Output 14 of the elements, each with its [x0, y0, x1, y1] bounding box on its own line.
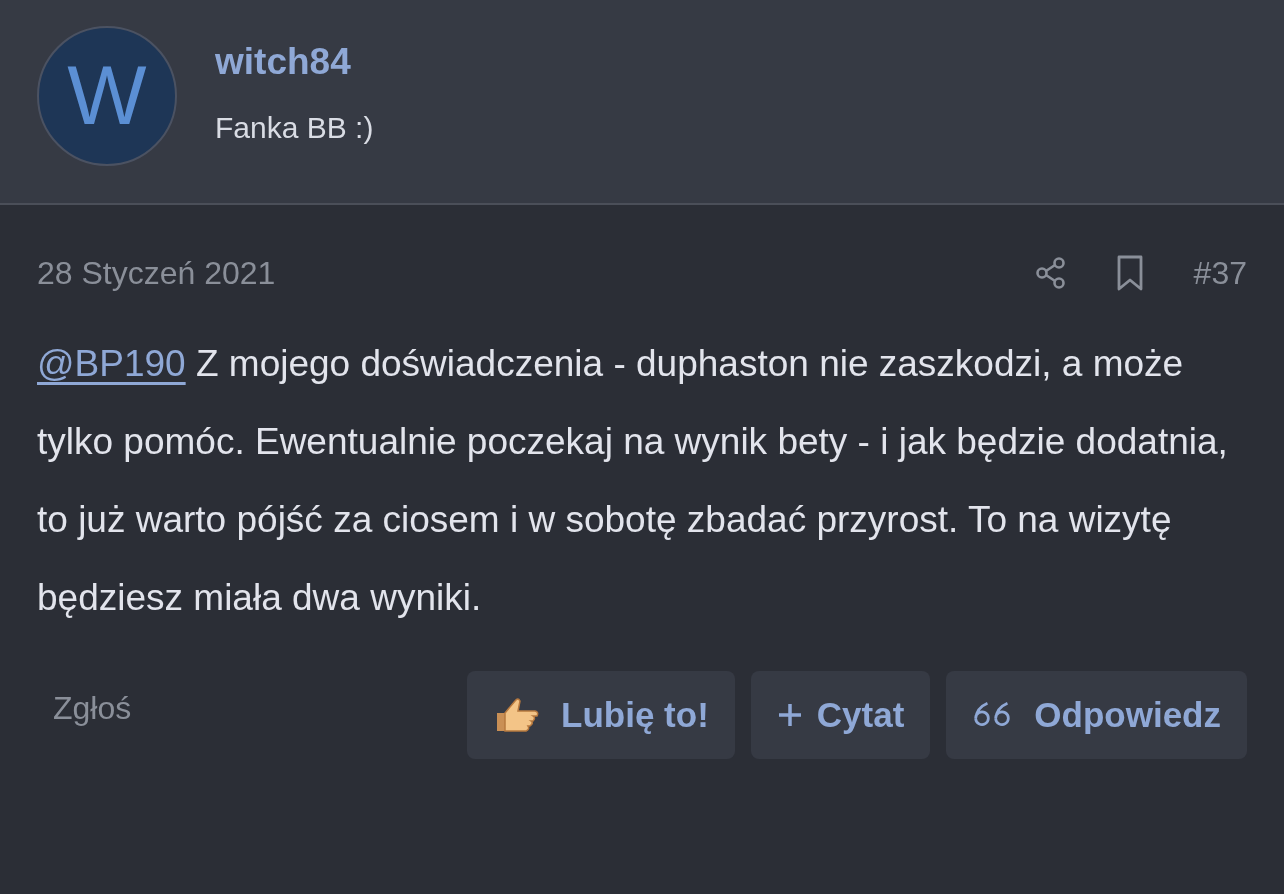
- share-icon[interactable]: [1033, 256, 1068, 290]
- user-title: Fanka BB :): [215, 110, 374, 145]
- post-date: 28 Styczeń 2021: [37, 254, 277, 292]
- avatar[interactable]: W: [37, 25, 177, 166]
- plus-icon: [776, 702, 803, 728]
- post-number[interactable]: #37: [1193, 254, 1247, 292]
- username[interactable]: witch84: [215, 40, 374, 83]
- mention-link[interactable]: @BP190: [37, 343, 186, 384]
- bookmark-icon[interactable]: [1115, 255, 1144, 291]
- report-link[interactable]: Zgłoś: [53, 689, 468, 727]
- post-text: @BP190 Z mojego doświadczenia - duphaston nie zaszkodzi, a może tylko pomóc. Ewentualnie poczekaj na wynik bety - i jak będzie dodatnia, to już warto pójść za ciosem i w sobotę zbadać przyrost. To na wizytę będziesz miała dwa wyniki.: [37, 342, 1229, 620]
- quote-button[interactable]: Cytat: [750, 671, 931, 759]
- reply-button[interactable]: Odpowiedz: [946, 671, 1247, 759]
- like-button[interactable]: Lubię to!: [467, 671, 735, 759]
